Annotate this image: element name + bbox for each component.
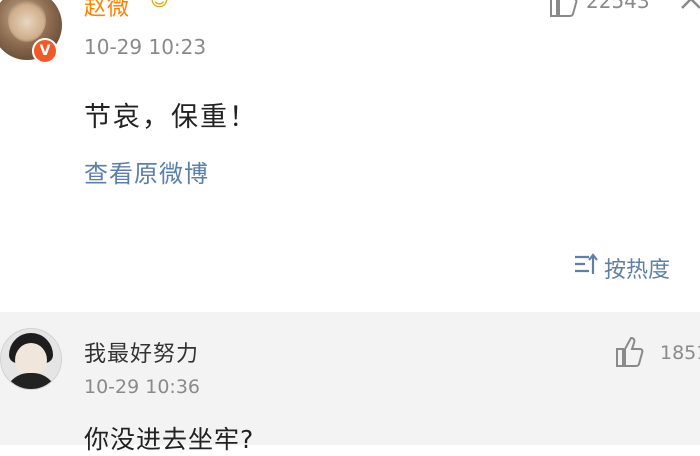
emoji-icon: 😍 bbox=[150, 0, 169, 11]
close-icon[interactable] bbox=[676, 0, 700, 14]
comment-content: 你没进去坐牢? bbox=[84, 425, 255, 454]
post-timestamp: 10-29 10:23 bbox=[84, 35, 207, 59]
verified-badge-icon: V bbox=[32, 38, 58, 64]
view-original-link[interactable]: 查看原微博 bbox=[84, 154, 209, 189]
like-icon[interactable] bbox=[614, 336, 644, 368]
original-post: V 赵微 😍 10-29 10:23 22543 节哀，保重！ 查看原微博 按热… bbox=[0, 0, 700, 312]
post-like-count: 22543 bbox=[586, 0, 650, 13]
post-content: 节哀，保重！ bbox=[84, 102, 258, 133]
sort-icon[interactable] bbox=[573, 252, 601, 278]
post-author-name[interactable]: 赵微 bbox=[84, 0, 130, 22]
comment-item: 我最好努力 10-29 10:36 你没进去坐牢? 1851 bbox=[0, 312, 700, 454]
commenter-avatar[interactable] bbox=[0, 328, 62, 390]
like-icon[interactable] bbox=[548, 0, 578, 18]
comment-like-count: 1851 bbox=[660, 342, 700, 364]
comment-timestamp: 10-29 10:36 bbox=[84, 376, 201, 398]
commenter-name[interactable]: 我最好努力 bbox=[84, 336, 199, 368]
sort-by-popularity-button[interactable]: 按热度 bbox=[604, 252, 670, 284]
